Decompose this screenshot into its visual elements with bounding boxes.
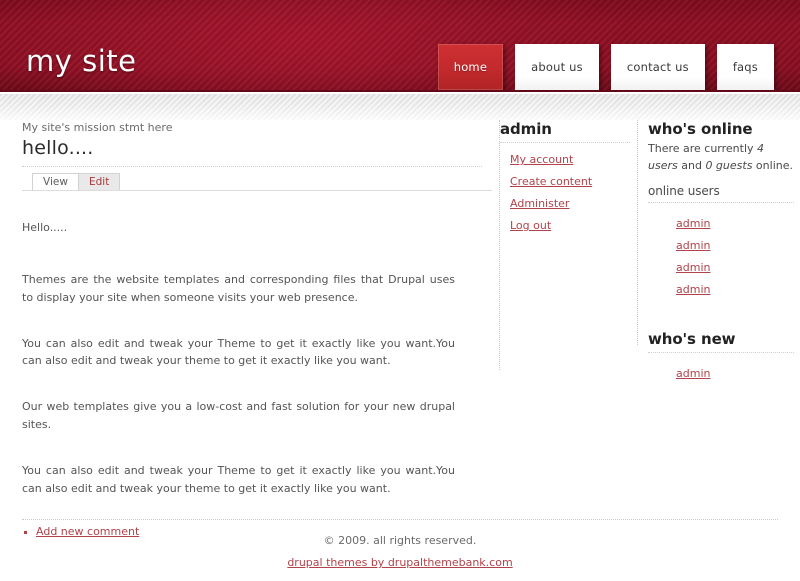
- paragraph-greeting: Hello.....: [22, 221, 68, 235]
- online-user-link[interactable]: admin: [676, 239, 710, 252]
- copyright-text: © 2009. all rights reserved.: [323, 534, 477, 547]
- page-body: My site's mission stmt here hello.... Vi…: [0, 120, 800, 538]
- summary-suffix: online.: [752, 159, 793, 173]
- online-user-link[interactable]: admin: [676, 283, 710, 296]
- nav-item-contact-us[interactable]: contact us: [610, 44, 705, 90]
- whos-online-summary: There are currently 4 users and 0 guests…: [648, 140, 794, 174]
- site-logo[interactable]: my site: [26, 47, 137, 76]
- online-users-list: admin admin admin admin: [648, 208, 794, 297]
- nav-item-faqs[interactable]: faqs: [716, 44, 774, 90]
- menu-item-my-account[interactable]: My account: [510, 153, 573, 166]
- tab-edit[interactable]: Edit: [78, 173, 121, 191]
- whos-online-title: who's online: [648, 120, 753, 138]
- new-user-link[interactable]: admin: [676, 367, 710, 380]
- theme-credit-link[interactable]: drupal themes by drupalthemebank.com: [287, 556, 512, 569]
- admin-block-title: admin: [500, 120, 552, 138]
- paragraph-templates: Our web templates give you a low-cost an…: [22, 400, 455, 432]
- whos-new-title: who's new: [648, 330, 736, 349]
- menu-item-administer[interactable]: Administer: [510, 197, 569, 210]
- online-users-subtitle: online users: [648, 184, 720, 199]
- list-item: admin: [676, 362, 794, 381]
- whos-new-list: admin: [648, 358, 794, 381]
- column-divider-right: [637, 120, 638, 345]
- nav-item-home[interactable]: home: [437, 44, 504, 90]
- page-footer: © 2009. all rights reserved. drupal them…: [0, 519, 800, 570]
- sidebar-right: who's online There are currently 4 users…: [648, 120, 794, 384]
- main-content: My site's mission stmt here hello.... Vi…: [22, 120, 492, 538]
- mission-statement: My site's mission stmt here: [22, 121, 173, 134]
- online-user-link[interactable]: admin: [676, 261, 710, 274]
- guest-count: 0 guests: [705, 159, 753, 173]
- list-item: My account: [510, 148, 630, 167]
- subheader-strip: [0, 94, 800, 120]
- paragraph-tweak-1: You can also edit and tweak your Theme t…: [22, 336, 455, 368]
- tabs-divider: [22, 190, 492, 192]
- menu-item-log-out[interactable]: Log out: [510, 219, 551, 232]
- article-body: Hello..... Themes are the website templa…: [22, 219, 482, 497]
- list-item: Log out: [510, 214, 630, 233]
- summary-prefix: There are currently: [648, 142, 758, 155]
- online-users-divider: [648, 202, 794, 204]
- primary-navigation: home about us contact us faqs: [437, 44, 774, 90]
- admin-menu: My account Create content Administer Log…: [500, 148, 630, 233]
- page-title: hello....: [22, 137, 94, 160]
- list-item: Administer: [510, 192, 630, 211]
- node-tabs: View Edit: [22, 173, 492, 197]
- paragraph-themes: Themes are the website templates and cor…: [22, 272, 455, 304]
- menu-item-create-content[interactable]: Create content: [510, 175, 592, 188]
- footer-content: © 2009. all rights reserved. drupal them…: [0, 520, 800, 570]
- sidebar-admin: admin My account Create content Administ…: [500, 120, 630, 236]
- list-item: admin: [676, 256, 794, 275]
- paragraph-tweak-2: You can also edit and tweak your Theme t…: [22, 463, 455, 495]
- nav-item-about-us[interactable]: about us: [515, 44, 599, 90]
- title-divider: [22, 166, 482, 168]
- site-banner: my site home about us contact us faqs: [0, 0, 800, 92]
- page-root: my site home about us contact us faqs My…: [0, 0, 800, 581]
- list-item: Create content: [510, 170, 630, 189]
- list-item: admin: [676, 278, 794, 297]
- list-item: admin: [676, 234, 794, 253]
- online-user-link[interactable]: admin: [676, 217, 710, 230]
- admin-block-divider: [500, 142, 630, 143]
- whos-new-divider: [648, 352, 794, 354]
- tab-view[interactable]: View: [32, 173, 79, 191]
- list-item: admin: [676, 212, 794, 231]
- summary-middle: and: [677, 159, 706, 173]
